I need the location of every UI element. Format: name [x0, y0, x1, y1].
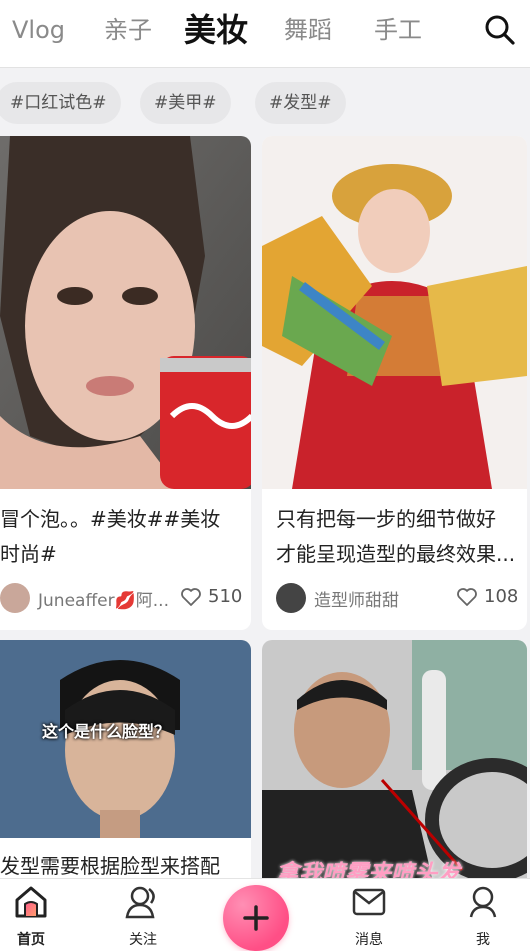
search-icon[interactable] [484, 14, 516, 46]
plus-icon [243, 905, 269, 931]
feed-card[interactable]: 冒个泡。。#美妆##美妆 时尚# Juneaffer💋阿... 510 [0, 136, 251, 630]
home-icon [15, 886, 47, 918]
card-title: 只有把每一步的细节做好 才能呈现造型的最终效果... [276, 507, 516, 566]
tab-makeup-label: 美妆 [184, 11, 249, 49]
heart-icon [457, 587, 477, 606]
card-author[interactable]: 造型师甜甜 [276, 583, 399, 613]
like-button[interactable]: 510 [180, 586, 242, 607]
feed-card[interactable]: 只有把每一步的细节做好 才能呈现造型的最终效果... 造型师甜甜 108 [262, 136, 527, 630]
hashtag-chip-hairstyle[interactable]: #发型# [255, 82, 346, 124]
tab-handcraft[interactable]: 手工 [374, 14, 422, 46]
follow-icon [125, 886, 155, 919]
nav-home-label: 首页 [17, 932, 45, 948]
tab-parenting[interactable]: 亲子 [104, 14, 152, 46]
tab-dance[interactable]: 舞蹈 [284, 14, 332, 46]
create-post-button[interactable] [223, 885, 289, 951]
card-title: 冒个泡。。#美妆##美妆 时尚# [0, 507, 221, 566]
nav-messages-label: 消息 [355, 932, 383, 948]
profile-icon [469, 886, 497, 918]
hashtag-chip-nails[interactable]: #美甲# [140, 82, 231, 124]
category-tab-bar: Vlog 亲子 美妆 舞蹈 手工 [0, 0, 530, 68]
app-root: Vlog 亲子 美妆 舞蹈 手工 #口红试色# #美甲# #发型# 冒个泡。。#… [0, 0, 530, 951]
post-image [0, 136, 251, 489]
hashtag-chip-row: #口红试色# #美甲# #发型# [0, 68, 530, 136]
nav-follow-label: 关注 [129, 932, 157, 948]
like-count: 510 [208, 586, 243, 607]
bottom-nav: 首页 关注 消息 我 [0, 878, 530, 951]
tab-vlog[interactable]: Vlog [12, 14, 65, 46]
mail-icon [352, 888, 386, 916]
avatar [0, 583, 30, 613]
hashtag-chip-lipstick[interactable]: #口红试色# [0, 82, 121, 124]
post-image [262, 136, 527, 489]
nav-home[interactable]: 首页 [0, 885, 66, 949]
like-button[interactable]: 108 [456, 586, 518, 607]
heart-icon [181, 587, 201, 606]
nav-follow[interactable]: 关注 [108, 885, 178, 949]
like-count: 108 [484, 586, 519, 607]
author-name: Juneaffer💋阿... [38, 590, 169, 611]
post-image [262, 640, 527, 878]
author-name: 造型师甜甜 [314, 590, 399, 611]
nav-me-label: 我 [476, 932, 490, 948]
overlay-caption: 这个是什么脸型？ [42, 722, 171, 741]
nav-me[interactable]: 我 [448, 885, 518, 949]
tab-makeup[interactable]: 美妆 [184, 10, 249, 52]
card-author[interactable]: Juneaffer💋阿... [0, 583, 169, 613]
avatar [276, 583, 306, 613]
nav-messages[interactable]: 消息 [334, 885, 404, 949]
